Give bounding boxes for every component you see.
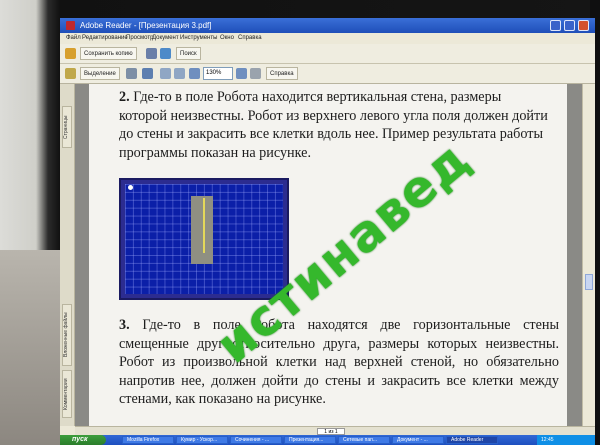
zoom-out-icon[interactable] (189, 68, 200, 79)
task-2-text: Где-то в поле Робота находится вертикаль… (119, 89, 548, 161)
select-tool-button[interactable]: Выделение (80, 67, 120, 80)
tab-pages[interactable]: Страницы (62, 106, 72, 148)
scrollbar-thumb[interactable] (585, 274, 593, 290)
navigation-panel: Страницы Вложенные файлы Комментарии (60, 84, 75, 426)
taskbar-item-adobe-reader[interactable]: Adobe Reader (446, 436, 498, 444)
robot-grid (125, 184, 283, 294)
view-toolbar: Выделение 130% Справка (60, 64, 595, 84)
system-tray-clock: 12:45 (537, 435, 595, 445)
tab-attachments[interactable]: Вложенные файлы (62, 304, 72, 366)
taskbar-item-kumir[interactable]: Кумир - Ускор... (176, 436, 228, 444)
title-bar: Adobe Reader - [Презентация 3.pdf] (60, 18, 595, 33)
zoom-level-field[interactable]: 130% (203, 67, 233, 80)
task-3-paragraph: 3. Где-то в поле Робота находятся две го… (119, 316, 559, 409)
snapshot-icon[interactable] (126, 68, 137, 79)
tab-comments[interactable]: Комментарии (62, 370, 72, 418)
taskbar-item-network[interactable]: Сетевые пап... (338, 436, 390, 444)
fit-width-icon[interactable] (174, 68, 185, 79)
taskbar-item-essays[interactable]: Сочинения - ... (230, 436, 282, 444)
file-toolbar: Сохранить копию Поиск (60, 44, 595, 64)
minimize-button[interactable] (550, 20, 561, 31)
fit-page-icon[interactable] (160, 68, 171, 79)
print-icon[interactable] (146, 48, 157, 59)
maximize-button[interactable] (564, 20, 575, 31)
search-button[interactable]: Поиск (176, 47, 201, 60)
task-3-number: 3. (119, 317, 130, 333)
task-2-paragraph: 2. Где-то в поле Робота находится вертик… (119, 88, 551, 162)
close-button[interactable] (578, 20, 589, 31)
task-2-number: 2. (119, 89, 130, 105)
vertical-wall (203, 198, 205, 253)
task-3-text: Где-то в поле Робота находятся две гориз… (119, 317, 560, 408)
rotate-icon[interactable] (250, 68, 261, 79)
menu-view[interactable]: Просмотр (126, 33, 153, 44)
taskbar-item-presentation[interactable]: Презентация... (284, 436, 336, 444)
open-folder-icon[interactable] (65, 48, 76, 59)
menu-edit[interactable]: Редактирование (82, 33, 128, 44)
menu-bar: Файл Редактирование Просмотр Документ Ин… (60, 33, 595, 44)
vertical-scrollbar[interactable] (582, 84, 595, 426)
help-button[interactable]: Справка (266, 67, 298, 80)
windows-taskbar: пуск Mozilla Firefox Кумир - Ускор... Со… (60, 435, 595, 445)
robot-start-marker (128, 185, 133, 190)
painted-cells (191, 196, 213, 264)
hand-tool-icon[interactable] (65, 68, 76, 79)
taskbar-item-firefox[interactable]: Mozilla Firefox (122, 436, 174, 444)
email-icon[interactable] (160, 48, 171, 59)
zoom-in-plus-icon[interactable] (236, 68, 247, 79)
start-button[interactable]: пуск (60, 435, 106, 445)
page-indicator[interactable]: 1 из 1 (317, 428, 345, 435)
menu-window[interactable]: Окно (220, 33, 234, 44)
menu-document[interactable]: Документ (152, 33, 179, 44)
menu-help[interactable]: Справка (238, 33, 262, 44)
adobe-reader-icon (66, 21, 75, 30)
menu-file[interactable]: Файл (66, 33, 81, 44)
menu-tools[interactable]: Инструменты (180, 33, 217, 44)
zoom-in-icon[interactable] (142, 68, 153, 79)
background-furniture (0, 250, 60, 445)
save-copy-button[interactable]: Сохранить копию (80, 47, 137, 60)
taskbar-item-document[interactable]: Документ - ... (392, 436, 444, 444)
window-title: Adobe Reader - [Презентация 3.pdf] (80, 21, 212, 30)
